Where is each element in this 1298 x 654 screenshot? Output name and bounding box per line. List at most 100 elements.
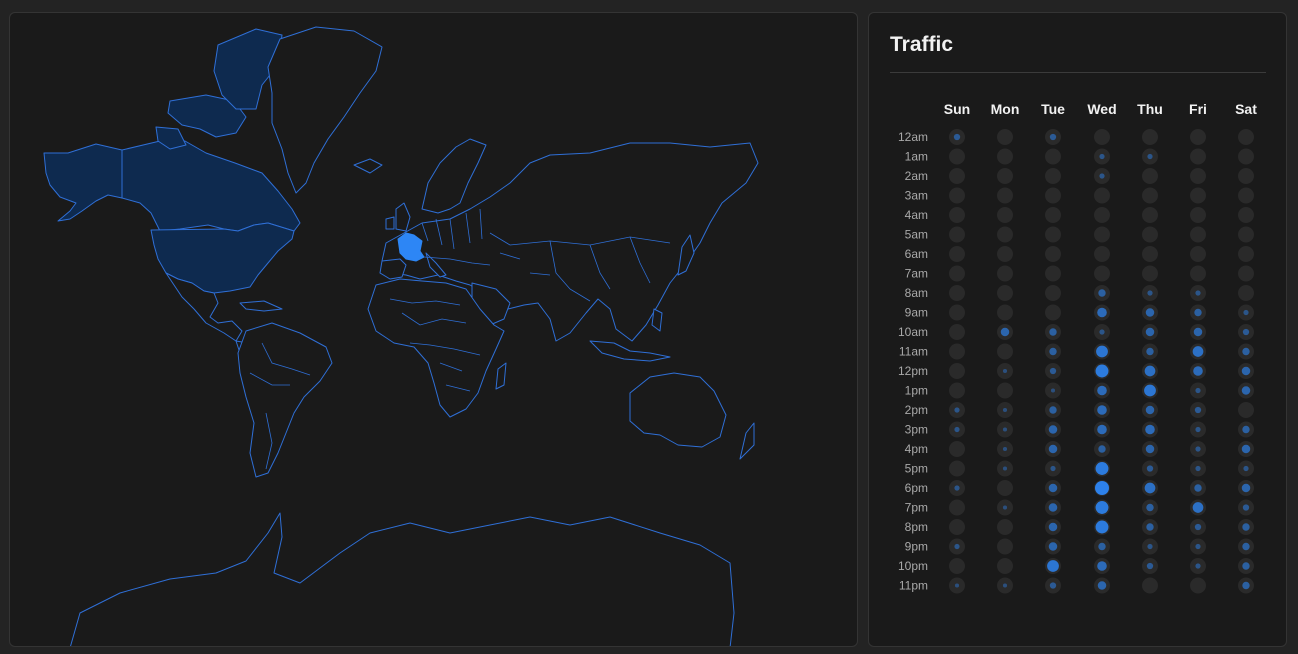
heat-dot-thu-10am	[1145, 327, 1155, 337]
day-label-mon: Mon	[991, 101, 1020, 117]
heat-cell-bg-thu-7am[interactable]	[1142, 265, 1158, 282]
heat-cell-bg-fri-11pm[interactable]	[1190, 577, 1206, 594]
heat-cell-bg-sun-1am[interactable]	[949, 148, 965, 165]
heat-cell-bg-fri-4am[interactable]	[1190, 207, 1206, 223]
heat-dot-sat-8pm	[1242, 523, 1250, 531]
map-scandinavia[interactable]	[421, 138, 487, 214]
heat-cell-bg-thu-12am[interactable]	[1142, 129, 1158, 145]
heat-cell-bg-mon-9am[interactable]	[997, 304, 1013, 321]
heat-cell-bg-mon-6am[interactable]	[997, 246, 1013, 262]
heat-cell-bg-wed-4am[interactable]	[1094, 207, 1110, 223]
heat-cell-bg-wed-12am[interactable]	[1094, 129, 1110, 145]
heat-dot-wed-10pm	[1097, 561, 1107, 571]
heat-cell-bg-mon-6pm[interactable]	[997, 480, 1013, 496]
heat-cell-bg-tue-5am[interactable]	[1045, 226, 1061, 243]
heat-dot-fri-7pm	[1192, 502, 1204, 513]
heat-cell-bg-mon-7am[interactable]	[997, 265, 1013, 282]
heat-cell-bg-thu-11pm[interactable]	[1142, 577, 1158, 594]
heat-cell-bg-sun-10pm[interactable]	[949, 558, 965, 574]
map-cuba	[239, 300, 283, 312]
map-iberia[interactable]	[379, 258, 407, 280]
heat-cell-bg-tue-6am[interactable]	[1045, 246, 1061, 262]
heat-cell-bg-thu-3am[interactable]	[1142, 187, 1158, 204]
heat-cell-bg-sun-3am[interactable]	[949, 187, 965, 204]
heat-cell-bg-sat-8am[interactable]	[1238, 285, 1254, 301]
map-australia[interactable]	[629, 372, 727, 448]
heat-cell-bg-sun-1pm[interactable]	[949, 382, 965, 399]
heat-cell-bg-tue-3am[interactable]	[1045, 187, 1061, 204]
heat-cell-bg-mon-11am[interactable]	[997, 343, 1013, 360]
heat-cell-bg-fri-2am[interactable]	[1190, 168, 1206, 184]
heat-cell-bg-mon-10pm[interactable]	[997, 558, 1013, 574]
heat-cell-bg-mon-8am[interactable]	[997, 285, 1013, 301]
heat-dot-tue-2pm	[1049, 406, 1057, 414]
heat-cell-bg-mon-3am[interactable]	[997, 187, 1013, 204]
heat-cell-bg-mon-8pm[interactable]	[997, 519, 1013, 535]
world-map[interactable]	[10, 13, 858, 647]
heat-cell-bg-sun-8am[interactable]	[949, 285, 965, 301]
heat-cell-bg-mon-1am[interactable]	[997, 148, 1013, 165]
hour-label-10pm: 10pm	[898, 559, 928, 573]
heat-dot-thu-5pm	[1146, 465, 1154, 472]
heat-cell-bg-sat-6am[interactable]	[1238, 246, 1254, 262]
heat-cell-bg-wed-6am[interactable]	[1094, 246, 1110, 262]
heat-cell-bg-sat-7am[interactable]	[1238, 265, 1254, 282]
heat-cell-bg-sun-11am[interactable]	[949, 343, 965, 360]
heat-cell-bg-sat-5am[interactable]	[1238, 226, 1254, 243]
heat-cell-bg-tue-2am[interactable]	[1045, 168, 1061, 184]
heat-cell-bg-sun-2am[interactable]	[949, 168, 965, 184]
heat-dot-thu-9pm	[1147, 543, 1153, 550]
heat-cell-bg-sun-7am[interactable]	[949, 265, 965, 282]
heat-dot-wed-3pm	[1097, 424, 1107, 435]
heat-cell-bg-sun-8pm[interactable]	[949, 519, 965, 535]
heat-dot-wed-2pm	[1097, 405, 1107, 415]
heat-cell-bg-tue-4am[interactable]	[1045, 207, 1061, 223]
heat-dot-thu-12pm	[1144, 365, 1156, 377]
heat-cell-bg-mon-4am[interactable]	[997, 207, 1013, 223]
heat-cell-bg-mon-5am[interactable]	[997, 226, 1013, 243]
heat-dot-sat-9pm	[1242, 542, 1250, 551]
heat-cell-bg-tue-1am[interactable]	[1045, 148, 1061, 165]
heat-cell-bg-sat-3am[interactable]	[1238, 187, 1254, 204]
map-ireland[interactable]	[385, 216, 395, 230]
heat-cell-bg-sun-9am[interactable]	[949, 304, 965, 321]
heat-cell-bg-sun-4pm[interactable]	[949, 441, 965, 457]
heat-cell-bg-thu-5am[interactable]	[1142, 226, 1158, 243]
heat-cell-bg-sat-12am[interactable]	[1238, 129, 1254, 145]
heat-cell-bg-fri-6am[interactable]	[1190, 246, 1206, 262]
heat-cell-bg-sat-4am[interactable]	[1238, 207, 1254, 223]
heat-cell-bg-mon-12am[interactable]	[997, 129, 1013, 145]
heat-cell-bg-sun-12pm[interactable]	[949, 363, 965, 379]
heat-cell-bg-sat-2pm[interactable]	[1238, 402, 1254, 418]
map-country-usa-alaska[interactable]	[43, 143, 123, 222]
heat-cell-bg-wed-3am[interactable]	[1094, 187, 1110, 204]
heat-cell-bg-sun-5am[interactable]	[949, 226, 965, 243]
heat-dot-thu-11am	[1146, 347, 1154, 356]
heat-cell-bg-fri-5am[interactable]	[1190, 226, 1206, 243]
heat-cell-bg-sun-6am[interactable]	[949, 246, 965, 262]
map-country-south-america[interactable]	[237, 322, 333, 478]
heat-cell-bg-thu-2am[interactable]	[1142, 168, 1158, 184]
heat-cell-bg-sun-5pm[interactable]	[949, 460, 965, 477]
heat-cell-bg-mon-9pm[interactable]	[997, 538, 1013, 555]
heat-cell-bg-sun-10am[interactable]	[949, 324, 965, 340]
heat-cell-bg-sun-4am[interactable]	[949, 207, 965, 223]
heat-cell-bg-mon-1pm[interactable]	[997, 382, 1013, 399]
heat-cell-bg-fri-7am[interactable]	[1190, 265, 1206, 282]
heat-cell-bg-fri-12am[interactable]	[1190, 129, 1206, 145]
heat-cell-bg-sat-1am[interactable]	[1238, 148, 1254, 165]
heat-cell-bg-thu-6am[interactable]	[1142, 246, 1158, 262]
heat-cell-bg-fri-3am[interactable]	[1190, 187, 1206, 204]
map-uk[interactable]	[395, 202, 411, 232]
map-madagascar	[495, 362, 507, 390]
heat-cell-bg-sun-7pm[interactable]	[949, 499, 965, 516]
heat-cell-bg-fri-1am[interactable]	[1190, 148, 1206, 165]
heat-cell-bg-sat-2am[interactable]	[1238, 168, 1254, 184]
heat-cell-bg-tue-9am[interactable]	[1045, 304, 1061, 321]
heat-cell-bg-wed-5am[interactable]	[1094, 226, 1110, 243]
heat-cell-bg-tue-7am[interactable]	[1045, 265, 1061, 282]
heat-cell-bg-tue-8am[interactable]	[1045, 285, 1061, 301]
heat-cell-bg-thu-4am[interactable]	[1142, 207, 1158, 223]
heat-cell-bg-mon-2am[interactable]	[997, 168, 1013, 184]
heat-cell-bg-wed-7am[interactable]	[1094, 265, 1110, 282]
